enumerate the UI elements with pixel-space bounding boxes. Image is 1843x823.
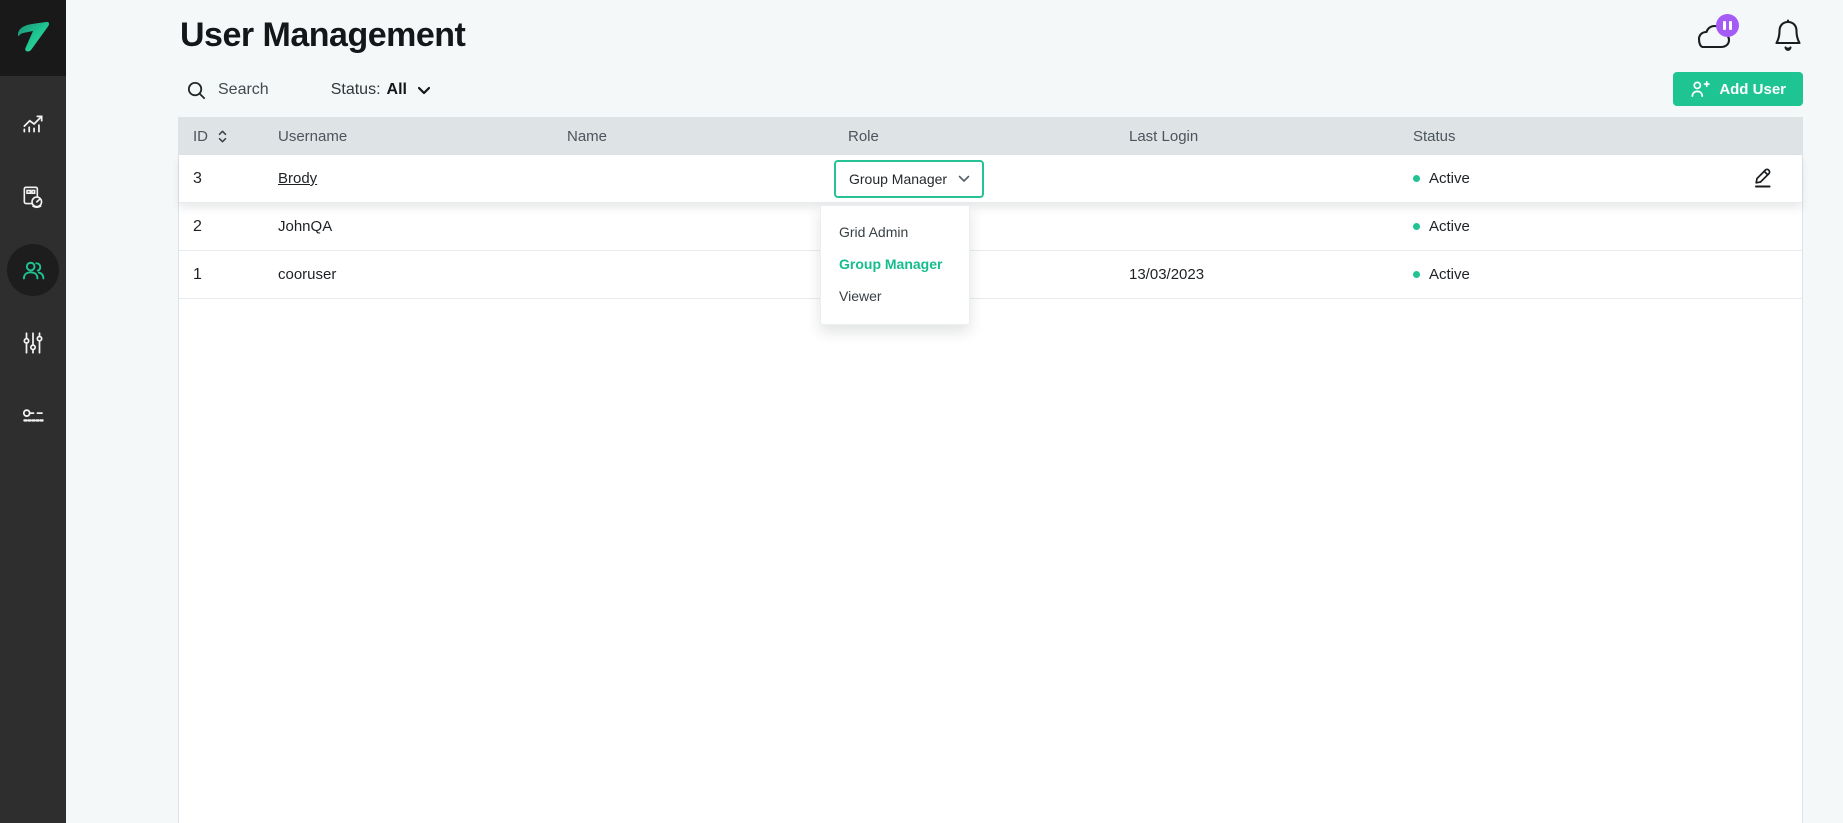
sidebar-item-analytics[interactable] <box>7 98 59 150</box>
column-header-name[interactable]: Name <box>553 128 834 145</box>
users-table: ID Username Name Role Last Login Status … <box>178 117 1803 823</box>
column-header-username[interactable]: Username <box>264 128 553 145</box>
cell-id: 3 <box>179 170 264 188</box>
sidebar-item-settings[interactable] <box>7 317 59 369</box>
page-title: User Management <box>180 16 465 55</box>
key-access-icon <box>20 403 47 430</box>
cell-last-login: 13/03/2023 <box>1115 266 1399 283</box>
app-logo[interactable] <box>0 0 66 76</box>
users-icon <box>20 257 47 284</box>
search-input[interactable]: Search <box>186 80 269 101</box>
status-text: Active <box>1429 266 1470 283</box>
cell-status: Active <box>1399 266 1739 283</box>
add-user-label: Add User <box>1719 81 1786 98</box>
table-row: 1 cooruser 13/03/2023 Active <box>179 251 1802 299</box>
status-dot <box>1413 175 1420 182</box>
username-text[interactable]: cooruser <box>278 266 336 283</box>
cloud-sync-button[interactable] <box>1691 18 1735 54</box>
status-filter-dropdown[interactable]: Status: All <box>331 81 431 99</box>
table-row: 3 Brody Group Manager Grid Admin Group M… <box>179 155 1802 203</box>
edit-user-button[interactable] <box>1752 165 1774 192</box>
meter-device-icon <box>20 184 46 210</box>
status-dot <box>1413 271 1420 278</box>
logo-icon <box>13 18 53 58</box>
status-dot <box>1413 223 1420 230</box>
column-header-status[interactable]: Status <box>1399 128 1739 145</box>
sidebar-item-meters[interactable] <box>7 171 59 223</box>
username-link[interactable]: Brody <box>278 170 317 187</box>
notifications-button[interactable] <box>1773 18 1803 54</box>
chevron-down-icon <box>417 85 431 95</box>
status-filter-value: All <box>387 81 407 99</box>
status-filter-label: Status: <box>331 81 381 99</box>
column-header-role[interactable]: Role <box>834 128 1115 145</box>
search-icon <box>186 80 207 101</box>
cell-status: Active <box>1399 218 1739 235</box>
column-header-id[interactable]: ID <box>179 128 264 145</box>
role-dropdown-menu: Grid Admin Group Manager Viewer <box>820 205 970 325</box>
add-user-icon <box>1690 80 1710 98</box>
search-placeholder: Search <box>218 81 269 99</box>
analytics-chart-icon <box>20 111 46 137</box>
role-select-value: Group Manager <box>849 171 947 187</box>
sliders-settings-icon <box>20 330 46 356</box>
cell-role: Group Manager Grid Admin Group Manager V… <box>834 160 1115 198</box>
edit-pencil-icon <box>1752 165 1774 189</box>
role-option-viewer[interactable]: Viewer <box>821 280 969 312</box>
role-option-group-manager[interactable]: Group Manager <box>821 248 969 280</box>
table-controls: Search Status: All <box>186 74 431 106</box>
role-select[interactable]: Group Manager <box>834 160 984 198</box>
sidebar <box>0 0 66 823</box>
add-user-button[interactable]: Add User <box>1673 72 1803 106</box>
topbar-icons <box>1691 18 1803 54</box>
sidebar-item-access-keys[interactable] <box>7 390 59 442</box>
cell-id: 1 <box>179 266 264 284</box>
table-header-row: ID Username Name Role Last Login Status <box>179 117 1802 155</box>
status-text: Active <box>1429 170 1470 187</box>
cell-status: Active <box>1399 170 1739 187</box>
role-option-grid-admin[interactable]: Grid Admin <box>821 216 969 248</box>
status-text: Active <box>1429 218 1470 235</box>
sort-icon[interactable] <box>218 130 227 143</box>
username-text[interactable]: JohnQA <box>278 218 332 235</box>
bell-icon <box>1773 18 1803 54</box>
sidebar-item-users[interactable] <box>7 244 59 296</box>
chevron-down-icon <box>958 175 970 183</box>
pause-badge <box>1716 14 1739 37</box>
column-header-last-login[interactable]: Last Login <box>1115 128 1399 145</box>
table-row: 2 JohnQA Active <box>179 203 1802 251</box>
cell-id: 2 <box>179 218 264 236</box>
